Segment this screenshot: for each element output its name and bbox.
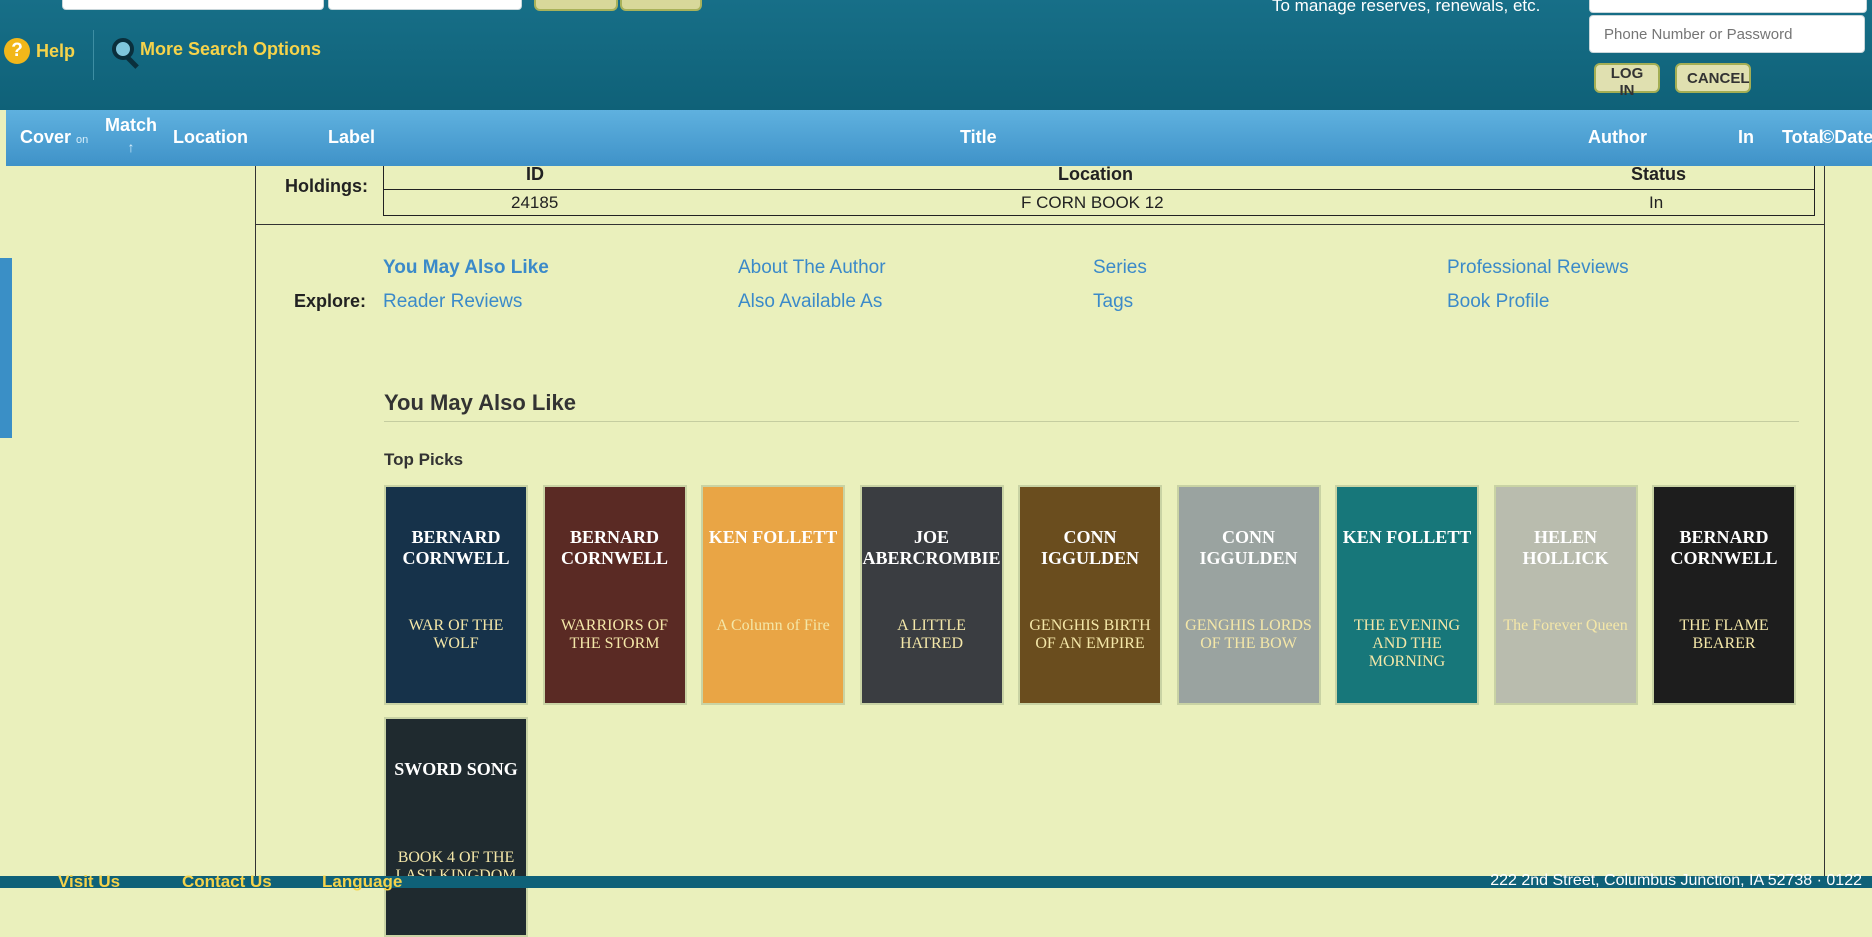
section-divider (256, 224, 1824, 225)
column-cover-label: Cover (20, 127, 72, 147)
explore-tags[interactable]: Tags (1093, 291, 1133, 313)
footer-bar: Visit Us Contact Us Language 222 2nd Str… (0, 872, 1872, 891)
column-total[interactable]: Total (1782, 127, 1824, 148)
book-cover[interactable]: SWORD SONGBOOK 4 OF THE LAST KINGDOM (384, 717, 528, 937)
explore-you-may-also-like[interactable]: You May Also Like (383, 257, 549, 279)
book-cover-title: GENGHIS LORDS OF THE BOW (1185, 617, 1312, 652)
contact-us-link[interactable]: Contact Us (182, 872, 272, 892)
more-search-label: More Search Options (140, 38, 322, 59)
book-cover-title: THE EVENING AND THE MORNING (1353, 617, 1461, 670)
holdings-header-status: Status (1631, 164, 1687, 184)
book-cover[interactable]: CONN IGGULDEN GENGHIS LORDS OF THE BOW (1176, 485, 1321, 705)
book-cover-author: KEN FOLLETT (708, 527, 838, 547)
toolbar-divider (93, 30, 94, 80)
holdings-cell-location: F CORN BOOK 12 (1021, 193, 1164, 212)
book-cover-title: The Forever Queen (1503, 617, 1628, 634)
holdings-header-location: Location (1058, 164, 1133, 184)
library-address: 222 2nd Street, Columbus Junction, IA 52… (1490, 872, 1862, 889)
search-input[interactable] (62, 0, 324, 10)
holdings-header-id: ID (526, 164, 544, 184)
book-cover-title: THE FLAME BEARER (1679, 617, 1769, 652)
help-label: Help (36, 40, 76, 61)
book-cover-author: HELEN HOLLICK (1522, 527, 1609, 568)
column-title[interactable]: Title (960, 127, 997, 148)
clear-button[interactable] (620, 0, 702, 11)
column-label[interactable]: Label (328, 127, 375, 148)
cancel-button[interactable]: CANCEL (1675, 63, 1751, 93)
book-cover-author: BERNARD CORNWELL (1670, 527, 1778, 568)
book-cover-author: SWORD SONG (394, 759, 518, 779)
column-match-label: Match (105, 115, 158, 135)
book-cover-author: BERNARD CORNWELL (560, 527, 668, 568)
book-cover[interactable]: BERNARD CORNWELL WARRIORS OF THE STORM (542, 485, 687, 705)
top-picks-heading: Top Picks (384, 450, 464, 469)
username-field[interactable] (1589, 0, 1867, 13)
explore-book-profile[interactable]: Book Profile (1447, 291, 1549, 313)
column-author[interactable]: Author (1588, 127, 1647, 148)
visit-us-link[interactable]: Visit Us (58, 872, 120, 892)
book-cover-author: CONN IGGULDEN (1199, 527, 1298, 568)
login-button[interactable]: LOG IN (1594, 63, 1660, 99)
results-column-header: Cover on Match ↑ Location Label Title Aut… (6, 110, 1872, 166)
explore-professional-reviews[interactable]: Professional Reviews (1447, 257, 1629, 279)
explore-reader-reviews[interactable]: Reader Reviews (383, 291, 522, 313)
column-date[interactable]: ©Date (1821, 127, 1872, 148)
magnifier-icon (112, 38, 134, 60)
book-cover[interactable]: BERNARD CORNWELL THE FLAME BEARER (1652, 485, 1796, 705)
language-link[interactable]: Language (322, 872, 402, 892)
search-type-select[interactable] (328, 0, 522, 10)
holdings-cell-id: 24185 (511, 193, 559, 212)
book-cover-author: JOE ABERCROMBIE (862, 527, 1001, 568)
explore-about-the-author[interactable]: About The Author (738, 257, 886, 279)
book-cover[interactable]: BERNARD CORNWELL WAR OF THE WOLF (384, 485, 528, 705)
book-cover-title: A LITTLE HATRED (897, 617, 966, 652)
column-location[interactable]: Location (173, 127, 248, 148)
recommendations-title: You May Also Like (384, 390, 576, 415)
book-cover-title: A Column of Fire (716, 617, 830, 634)
book-cover-title: GENGHIS BIRTH OF AN EMPIRE (1029, 617, 1151, 652)
explore-label: Explore: (294, 291, 367, 311)
title-detail-panel: Holdings: ID Location Status 24185 F COR… (255, 164, 1825, 937)
book-cover[interactable]: HELEN HOLLICK The Forever Queen (1493, 485, 1638, 705)
book-cover-author: BERNARD CORNWELL (402, 527, 510, 568)
book-cover[interactable]: JOE ABERCROMBIE A LITTLE HATRED (859, 485, 1004, 705)
cover-toggle[interactable]: on (76, 134, 88, 146)
book-cover-author: CONN IGGULDEN (1040, 527, 1139, 568)
sort-arrow-icon: ↑ (127, 139, 135, 155)
book-cover-author: KEN FOLLETT (1342, 527, 1472, 547)
book-cover[interactable]: CONN IGGULDEN GENGHIS BIRTH OF AN EMPIRE (1018, 485, 1162, 705)
password-field[interactable] (1589, 15, 1865, 53)
help-link[interactable]: ? Help (4, 38, 75, 64)
holdings-label: Holdings: (285, 176, 368, 196)
column-cover[interactable]: Cover on (20, 127, 88, 148)
holdings-header-divider (384, 189, 1814, 190)
refine-search-tab[interactable] (0, 258, 12, 438)
login-prompt: To manage reserves, renewals, etc. (1272, 0, 1541, 15)
question-mark-icon: ? (4, 38, 30, 64)
column-match[interactable]: Match ↑ (105, 115, 157, 157)
search-button[interactable] (534, 0, 618, 11)
top-bar: ? Help More Search Options To manage res… (0, 0, 1872, 110)
book-cover[interactable]: KEN FOLLETT A Column of Fire (701, 485, 845, 705)
more-search-options-link[interactable]: More Search Options (112, 38, 321, 60)
holdings-table: ID Location Status 24185 F CORN BOOK 12 … (383, 164, 1815, 216)
book-cover-title: WARRIORS OF THE STORM (560, 617, 669, 652)
explore-also-available-as[interactable]: Also Available As (738, 291, 882, 313)
column-in[interactable]: In (1738, 127, 1754, 148)
holdings-cell-status: In (1649, 193, 1664, 212)
recommendations-divider (384, 421, 1799, 422)
book-cover-title: WAR OF THE WOLF (408, 617, 504, 652)
explore-series[interactable]: Series (1093, 257, 1147, 279)
book-cover[interactable]: KEN FOLLETT THE EVENING AND THE MORNING (1335, 485, 1479, 705)
